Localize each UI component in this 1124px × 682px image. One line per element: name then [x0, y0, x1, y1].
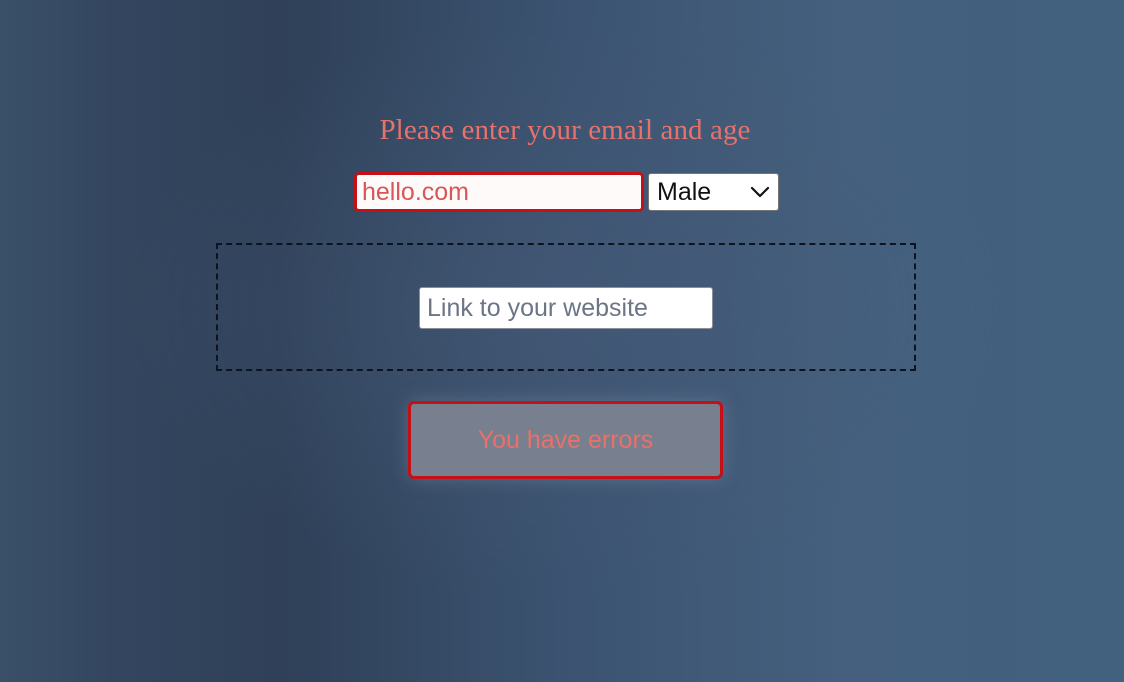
page-title: Please enter your email and age — [379, 114, 751, 146]
gender-select[interactable]: Male — [648, 173, 779, 211]
website-input[interactable] — [419, 287, 713, 329]
email-input[interactable] — [354, 172, 644, 212]
chevron-down-icon — [750, 186, 770, 198]
gender-select-value: Male — [657, 177, 712, 206]
submit-button[interactable]: You have errors — [408, 401, 723, 479]
